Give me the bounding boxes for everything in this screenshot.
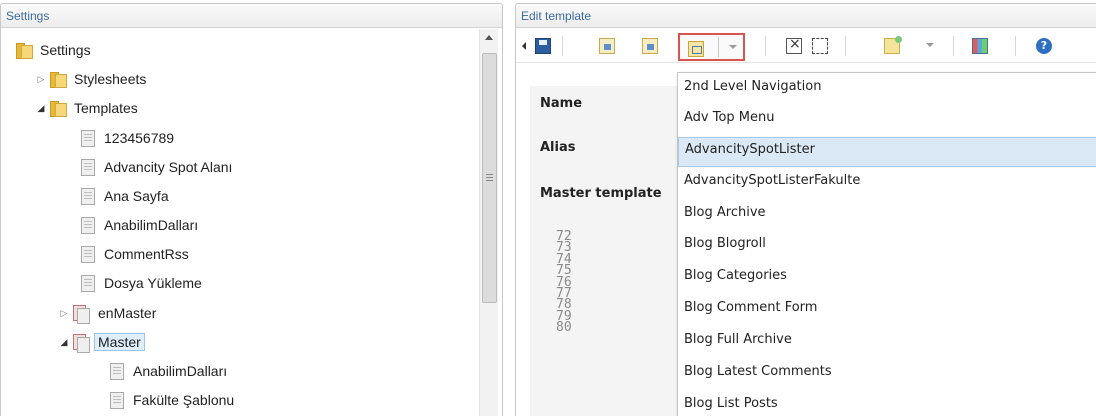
menu-item[interactable]: Blog Categories (678, 264, 1096, 294)
toolbar-divider (562, 36, 563, 56)
toggle-visual-aid-icon[interactable] (812, 38, 828, 54)
collapse-arrow-icon[interactable]: ◢ (35, 103, 47, 114)
template-icon (81, 216, 95, 234)
scroll-up-arrow-icon[interactable] (485, 35, 493, 40)
master-template-icon (73, 333, 90, 353)
collapse-arrow-icon[interactable]: ◢ (58, 337, 70, 348)
tree-node-label: Fakülte Şablonu (133, 392, 235, 408)
insert-macro-icon[interactable] (688, 41, 704, 57)
tree-node-label: Advancity Spot Alanı (104, 159, 233, 175)
folder-icon (50, 72, 67, 88)
tree-node-template[interactable]: CommentRss (81, 242, 189, 266)
tree-node-label: enMaster (98, 305, 157, 321)
menu-item[interactable]: Blog Full Archive (678, 328, 1096, 358)
tree-node-label: Stylesheets (74, 71, 147, 87)
name-label: Name (540, 96, 583, 111)
save-icon[interactable] (535, 38, 551, 54)
template-icon (81, 187, 95, 205)
toolbar-divider (953, 36, 954, 56)
tree-node-template[interactable]: AnabilimDalları (81, 213, 198, 237)
toolbar-divider (765, 36, 766, 56)
template-icon (81, 274, 95, 292)
show-placeholder-icon[interactable] (786, 36, 802, 54)
editor-toolbar: ? (516, 29, 1096, 63)
toolbar-divider (718, 37, 719, 57)
expand-arrow-icon[interactable]: ▷ (35, 74, 47, 85)
template-icon (110, 362, 124, 380)
insert-field-icon[interactable] (599, 38, 615, 54)
menu-item[interactable]: Blog Archive (678, 201, 1096, 231)
line-number: 80 (556, 320, 572, 336)
tree-node-label: Dosya Yükleme (104, 275, 202, 291)
template-icon (81, 129, 95, 147)
insert-macro-button-group[interactable] (678, 33, 745, 61)
tree-node-stylesheets[interactable]: ▷ Stylesheets (35, 67, 146, 91)
scrollbar-thumb[interactable] (482, 53, 497, 303)
toolbar-divider (845, 36, 846, 56)
tree-node-label: AnabilimDalları (104, 217, 199, 233)
alias-label: Alias (540, 140, 576, 155)
template-icon (81, 245, 95, 263)
chevron-down-icon[interactable] (926, 43, 934, 47)
tree-node-label-selected: Master (94, 333, 145, 351)
menu-item[interactable]: Blog List Posts (678, 392, 1096, 416)
tree-node-template[interactable]: Ana Sayfa (81, 184, 169, 208)
tree-node-master[interactable]: ◢ Master (58, 330, 145, 354)
menu-item[interactable]: Adv Top Menu (678, 106, 1096, 136)
tree-node-template[interactable]: Fakülte Şablonu (110, 388, 234, 412)
menu-item-selected[interactable]: AdvancitySpotLister (678, 137, 1096, 167)
insert-macro-dropdown: 2nd Level Navigation Adv Top Menu Advanc… (677, 72, 1096, 416)
color-grid-icon[interactable] (972, 38, 988, 54)
template-icon (81, 158, 95, 176)
menu-item[interactable]: Blog Blogroll (678, 232, 1096, 262)
tree-node-label: 123456789 (104, 130, 175, 146)
tree-scrollbar[interactable] (479, 29, 498, 416)
tree-node-enmaster[interactable]: ▷ enMaster (58, 301, 156, 325)
tree-node-label: Settings (40, 42, 91, 58)
toolbar-scroll-left-icon[interactable] (522, 42, 526, 50)
edit-template-panel-title: Edit template (516, 4, 1096, 28)
tree-node-label: Ana Sayfa (104, 188, 169, 204)
master-template-icon (73, 304, 90, 324)
expand-arrow-icon[interactable]: ▷ (58, 308, 70, 319)
insert-snippet-icon[interactable] (884, 36, 902, 54)
folder-icon (16, 43, 33, 59)
tree-node-label: Templates (74, 100, 138, 116)
menu-item[interactable]: Blog Latest Comments (678, 360, 1096, 390)
master-template-label: Master template (540, 186, 662, 201)
tree-node-settings[interactable]: Settings (16, 38, 91, 62)
folder-icon (50, 101, 67, 117)
settings-panel-title: Settings (1, 4, 502, 28)
grip-icon (486, 174, 493, 181)
tree-node-template[interactable]: AnabilimDalları (110, 359, 227, 383)
chevron-down-icon[interactable] (729, 45, 737, 49)
settings-panel: Settings Settings ▷ Stylesheets ◢ Templa… (0, 3, 503, 416)
tree-node-template[interactable]: Dosya Yükleme (81, 271, 202, 295)
template-icon (110, 391, 124, 409)
toolbar-divider (1015, 36, 1016, 56)
insert-content-area-icon[interactable] (642, 38, 658, 54)
menu-item[interactable]: AdvancitySpotListerFakulte (678, 169, 1096, 199)
tree-node-label: CommentRss (104, 246, 189, 262)
tree-node-templates[interactable]: ◢ Templates (35, 96, 138, 120)
tree-node-template[interactable]: 123456789 (81, 126, 174, 150)
settings-tree: Settings ▷ Stylesheets ◢ Templates 12345… (1, 29, 479, 416)
code-line-numbers: 72 73 74 75 76 77 78 79 80 (556, 230, 616, 336)
menu-item[interactable]: 2nd Level Navigation (678, 75, 1096, 105)
menu-item[interactable]: Blog Comment Form (678, 296, 1096, 326)
tree-node-template[interactable]: Advancity Spot Alanı (81, 155, 232, 179)
tree-node-label: AnabilimDalları (133, 363, 228, 379)
help-icon[interactable]: ? (1036, 38, 1052, 54)
